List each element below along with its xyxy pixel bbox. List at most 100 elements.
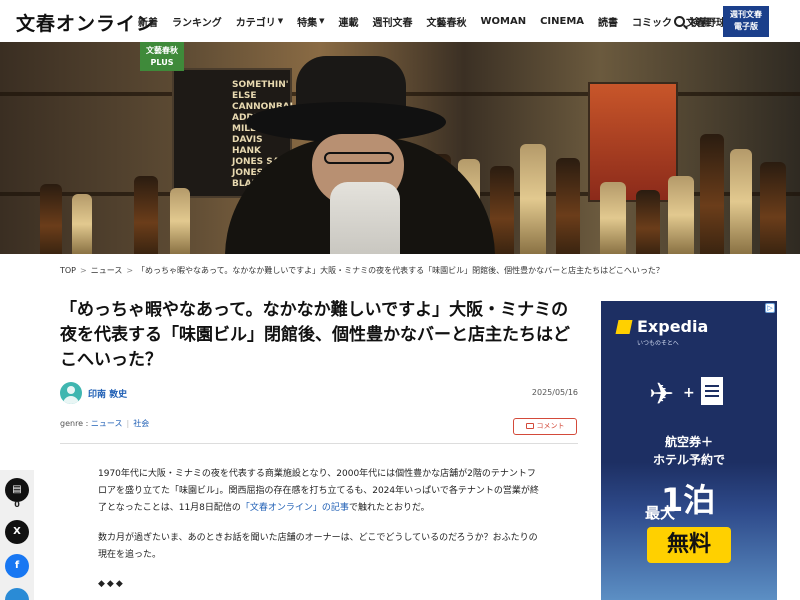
chevron-down-icon: ▼ xyxy=(319,17,325,25)
breadcrumb-top[interactable]: TOP xyxy=(60,266,76,275)
avatar[interactable] xyxy=(60,382,82,404)
site-header: 文春オンライン 新着 ランキング カテゴリ ▼ 特集 ▼ 連載 週刊文春 文藝春秋 … xyxy=(0,0,800,42)
bottle xyxy=(636,190,660,254)
bungeishunju-plus-badge[interactable]: 文藝春秋 PLUS xyxy=(140,42,184,71)
ad-line1: 航空券＋ xyxy=(664,435,713,449)
ad-tagline: いつものそとへ xyxy=(637,340,679,347)
airplane-icon: ✈ xyxy=(649,377,675,412)
paragraph-1: 1970年代に大阪・ミナミの夜を代表する商業施設となり、2000年代には個性豊か… xyxy=(98,466,543,517)
search-label: 検索 xyxy=(690,18,710,29)
glasses xyxy=(324,152,394,164)
bottle xyxy=(520,144,546,254)
hotel-icon xyxy=(701,377,723,405)
nav-label: カテゴリ xyxy=(235,17,276,29)
comment-label: コメント xyxy=(536,422,565,430)
genre-society-link[interactable]: 社会 xyxy=(133,419,149,428)
share-rail: ▤ 0 X f xyxy=(0,470,34,600)
paragraph-2: 数カ月が過ぎたいま、あのときお話を聞いた店舗のオーナーは、どこでどうしているのだ… xyxy=(98,533,538,560)
ad-plus: + xyxy=(683,385,695,401)
expedia-ad[interactable]: ▷ Expedia いつものそとへ ✈ + 航空券＋ ホテル予約で 最大1泊 無… xyxy=(601,301,777,600)
weekly-btn-line2: 電子版 xyxy=(734,22,758,31)
nav-item-books[interactable]: 読書 xyxy=(598,14,618,29)
article-title: 「めっちゃ暇やなあって。なかなか難しいですよ」大阪・ミナミの夜を代表する「味園ビ… xyxy=(60,300,570,370)
ad-headline: 最大1泊 xyxy=(645,475,715,521)
weekly-btn-line1: 週刊文春 xyxy=(730,10,762,19)
author-name[interactable]: 印南 敦史 xyxy=(88,387,127,400)
comment-share-button[interactable]: ▤ xyxy=(5,478,29,502)
nav-item-ranking[interactable]: ランキング xyxy=(172,14,222,29)
nav-label: 週刊文春 xyxy=(372,17,413,29)
ad-brand: Expedia xyxy=(637,317,709,336)
nav-label: 読書 xyxy=(598,17,619,29)
badge-line2: PLUS xyxy=(150,58,174,67)
author-row: 印南 敦史 2025/05/16 xyxy=(60,382,578,406)
chevron-down-icon: ▼ xyxy=(277,17,284,25)
breadcrumb-news[interactable]: ニュース xyxy=(91,266,123,275)
ad-big-value: 1泊 xyxy=(661,481,716,519)
genre-news-link[interactable]: ニュース xyxy=(91,419,123,428)
breadcrumb-current: 「めっちゃ暇やなあって。なかなか難しいですよ」大阪・ミナミの夜を代表する「味園ビ… xyxy=(137,266,664,275)
bottle xyxy=(72,194,92,254)
facebook-share-button[interactable]: f xyxy=(5,554,29,578)
nav-item-shukan-bunshun[interactable]: 週刊文春 xyxy=(372,14,412,29)
paragraph-1-tail: で触れたとおりだ。 xyxy=(348,503,430,513)
nav-label: コミック xyxy=(632,17,673,29)
divider: | xyxy=(126,419,130,428)
bottle xyxy=(760,162,786,254)
nav-item-category[interactable]: カテゴリ ▼ xyxy=(236,14,283,29)
ad-info-icon[interactable]: ▷ xyxy=(765,303,775,313)
bottle xyxy=(730,149,752,254)
expedia-mark-icon xyxy=(615,319,633,334)
nav-item-woman[interactable]: WOMAN xyxy=(480,16,526,27)
nav-label: 新着 xyxy=(138,17,158,29)
site-logo[interactable]: 文春オンライン xyxy=(16,9,156,36)
search-icon xyxy=(674,16,685,27)
bottle xyxy=(40,184,62,254)
nav-item-cinema[interactable]: CINEMA xyxy=(540,16,584,27)
expedia-logo: Expedia xyxy=(615,317,709,336)
genre-label: genre : xyxy=(60,419,89,428)
bottle xyxy=(600,182,626,254)
nav-label: 連載 xyxy=(338,17,359,29)
section-divider-diamonds: ◆◆◆ xyxy=(98,579,125,589)
bottle xyxy=(170,188,190,254)
nav-label: CINEMA xyxy=(540,15,585,27)
nav-item-new[interactable]: 新着 xyxy=(138,14,158,29)
divider xyxy=(60,443,578,444)
nav-item-bungeishunju[interactable]: 文藝春秋 xyxy=(426,14,466,29)
nav-label: ランキング xyxy=(172,17,222,29)
chevron-right-icon: > xyxy=(126,266,134,275)
x-share-button[interactable]: X xyxy=(5,520,29,544)
bottle xyxy=(700,134,724,254)
bottle xyxy=(556,158,580,254)
chevron-right-icon: > xyxy=(80,266,87,275)
bottle xyxy=(134,176,158,254)
badge-line1: 文藝春秋 xyxy=(146,46,178,55)
comment-icon xyxy=(525,423,534,429)
weekly-bunshun-digital-button[interactable]: 週刊文春 電子版 xyxy=(723,6,769,37)
nav-item-feature[interactable]: 特集 ▼ xyxy=(297,14,324,29)
main-nav: 新着 ランキング カテゴリ ▼ 特集 ▼ 連載 週刊文春 文藝春秋 WOMAN CI… xyxy=(138,0,740,42)
x-icon: X xyxy=(13,526,21,537)
hatena-share-button[interactable] xyxy=(5,588,29,600)
breadcrumb: TOP > ニュース > 「めっちゃ暇やなあって。なかなか難しいですよ」大阪・ミナミの夜… xyxy=(60,265,664,276)
genre-row: genre : ニュース | 社会 xyxy=(60,418,149,429)
ad-line2: ホテル予約で xyxy=(652,453,725,467)
comment-count: 0 xyxy=(14,500,20,509)
nav-label: WOMAN xyxy=(480,15,527,27)
publish-date: 2025/05/16 xyxy=(531,388,578,397)
nav-label: 文藝春秋 xyxy=(426,17,467,29)
comment-button[interactable]: コメント xyxy=(513,418,577,435)
bottle xyxy=(668,176,694,254)
beard xyxy=(330,182,400,254)
nav-label: 特集 xyxy=(297,17,318,29)
hero-image: SOMETHIN' ELSE CANNONBALL ADDERLEY MILES… xyxy=(0,42,800,254)
article-link[interactable]: 「文春オンライン」の記事 xyxy=(241,503,349,513)
nav-item-series[interactable]: 連載 xyxy=(338,14,358,29)
ad-free-badge: 無料 xyxy=(647,527,731,563)
facebook-icon: f xyxy=(14,560,20,571)
ad-big-prefix: 最大 xyxy=(645,504,676,522)
search-button[interactable]: 検索 xyxy=(674,14,710,29)
comment-bubble-icon: ▤ xyxy=(12,484,22,495)
nav-item-comic[interactable]: コミック xyxy=(632,14,672,29)
